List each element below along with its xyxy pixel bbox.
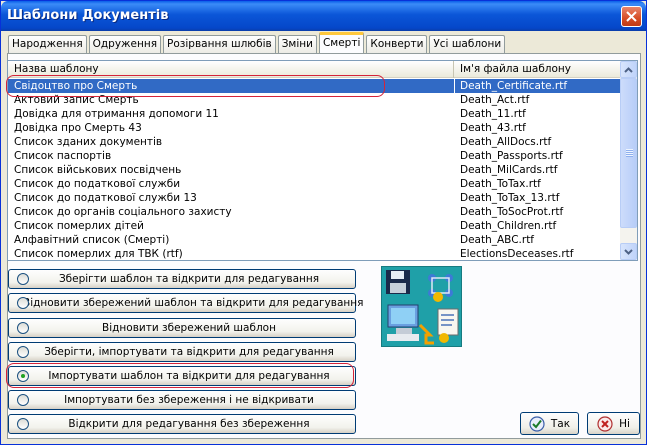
row-file: Death_ABC.rtf: [454, 233, 621, 247]
row-name: Список військових посвідчень: [14, 164, 182, 176]
radio-button[interactable]: [17, 297, 29, 309]
table-row[interactable]: Список до податкової служби 13 Death_ToTa…: [8, 191, 621, 205]
cancel-label: Ні: [619, 417, 630, 430]
option-import-and-edit[interactable]: Імпортувати шаблон та відкрити для редаг…: [8, 366, 356, 386]
row-name: Список померлих дітей: [14, 220, 144, 232]
close-button[interactable]: [621, 6, 642, 27]
window-title: Шаблони Документів: [7, 8, 169, 23]
row-name: Список померлих для ТВК (rtf): [14, 248, 183, 260]
option-save-and-edit[interactable]: Зберігти шаблон та відкрити для редагува…: [8, 269, 356, 289]
tab-marriages[interactable]: Одруження: [88, 35, 162, 53]
tab-all-templates[interactable]: Усі шаблони: [429, 35, 506, 53]
radio-button[interactable]: [17, 322, 29, 334]
row-file: Death_43.rtf: [454, 121, 621, 135]
template-operations-icon: [381, 266, 462, 347]
table-row[interactable]: Свідоцтво про Смерть Death_Certificate.rt…: [8, 79, 621, 93]
table-rows: Свідоцтво про Смерть Death_Certificate.rt…: [8, 79, 621, 260]
table-row[interactable]: Довідка для отримання допомоги 11 Death_1…: [8, 107, 621, 121]
row-file: Death_MilCards.rtf: [454, 163, 621, 177]
row-name: Довідка для отримання допомоги 11: [14, 108, 219, 120]
column-header-name[interactable]: Назва шаблону: [8, 61, 454, 78]
cancel-button[interactable]: Ні: [587, 412, 640, 435]
table-header: Назва шаблону Ім'я файла шаблону: [8, 61, 621, 78]
option-open-no-save[interactable]: Відкрити для редагування без збереження: [8, 414, 356, 434]
table-row[interactable]: Список зданих документів Death_AllDocs.rt…: [8, 135, 621, 149]
check-icon: [529, 415, 545, 432]
templates-table[interactable]: Назва шаблону Ім'я файла шаблону Свідоцт…: [7, 60, 638, 261]
table-row[interactable]: Список військових посвідчень Death_MilCar…: [8, 163, 621, 177]
chevron-up-icon: [624, 66, 633, 73]
option-label: Зберігти, імпортувати та відкрити для ре…: [44, 346, 334, 358]
radio-button[interactable]: [17, 273, 29, 285]
row-file: Death_11.rtf: [454, 107, 621, 121]
option-label: Відновити збережений шаблон та відкрити …: [23, 297, 364, 309]
row-file: Death_Act.rtf: [454, 93, 621, 107]
tab-strip: Народження Одруження Розірвання шлюбів З…: [8, 32, 507, 53]
row-name: Довідка про Смерть 43: [14, 122, 142, 134]
table-row[interactable]: Список померлих дітей Death_Children.rtf: [8, 219, 621, 233]
table-row[interactable]: Актовий запис Смерть Death_Act.rtf: [8, 93, 621, 107]
column-header-file[interactable]: Ім'я файла шаблону: [454, 61, 621, 78]
tab-divorces[interactable]: Розірвання шлюбів: [163, 35, 276, 53]
table-row[interactable]: Список до органів соціального захисту Dea…: [8, 205, 621, 219]
option-label: Імпортувати без збереження і не відкрива…: [64, 394, 314, 406]
row-name: Список до податкової служби 13: [14, 192, 197, 204]
option-label: Відновити збережений шаблон: [102, 322, 276, 334]
row-file: Death_Passports.rtf: [454, 149, 621, 163]
radio-button-checked[interactable]: [17, 370, 29, 382]
radio-button[interactable]: [17, 394, 29, 406]
tab-births[interactable]: Народження: [8, 35, 87, 53]
tab-changes[interactable]: Зміни: [277, 35, 317, 53]
option-label: Зберігти шаблон та відкрити для редагува…: [58, 273, 320, 285]
row-name: Список паспортів: [14, 150, 112, 162]
save-network-document-icon: [382, 267, 461, 346]
table-row[interactable]: Список паспортів Death_Passports.rtf: [8, 149, 621, 163]
option-save-import-edit[interactable]: Зберігти, імпортувати та відкрити для ре…: [8, 342, 356, 362]
option-label: Відкрити для редагування без збереження: [68, 418, 310, 430]
row-file: Death_ToTax_13.rtf: [454, 191, 621, 205]
radio-button[interactable]: [17, 346, 29, 358]
row-file: Death_ToTax.rtf: [454, 177, 621, 191]
row-name: Актовий запис Смерть: [14, 94, 139, 106]
chevron-down-icon: [624, 248, 633, 255]
row-file: Death_Children.rtf: [454, 219, 621, 233]
row-name: Алфавітний список (Смерті): [14, 234, 170, 246]
tab-envelopes[interactable]: Конверти: [366, 35, 428, 53]
row-file: Death_Certificate.rtf: [454, 79, 621, 93]
row-file: Death_ToSocProt.rtf: [454, 205, 621, 219]
grip-icon: [626, 149, 633, 157]
row-file: Death_AllDocs.rtf: [454, 135, 621, 149]
scroll-thumb[interactable]: [620, 78, 637, 228]
row-name: Список зданих документів: [14, 136, 163, 148]
ok-label: Так: [550, 417, 571, 430]
templates-dialog: Шаблони Документів Народження Одруження …: [0, 0, 647, 445]
scroll-up-button[interactable]: [620, 61, 637, 78]
row-file: ElectionsDeceases.rtf: [454, 247, 621, 260]
option-label: Імпортувати шаблон та відкрити для редаг…: [48, 370, 330, 382]
table-scrollbar[interactable]: [620, 61, 637, 260]
option-restore[interactable]: Відновити збережений шаблон: [8, 318, 356, 338]
radio-button[interactable]: [17, 418, 29, 430]
cancel-icon: [597, 415, 613, 432]
option-restore-and-edit[interactable]: Відновити збережений шаблон та відкрити …: [8, 293, 363, 313]
row-name: Список до податкової служби: [14, 178, 181, 190]
table-row[interactable]: Алфавітний список (Смерті) Death_ABC.rtf: [8, 233, 621, 247]
close-icon: [626, 11, 637, 22]
table-row[interactable]: Список до податкової служби Death_ToTax.r…: [8, 177, 621, 191]
row-name: Свідоцтво про Смерть: [14, 80, 138, 92]
option-import-no-save[interactable]: Імпортувати без збереження і не відкрива…: [8, 390, 356, 410]
tab-deaths[interactable]: Смерті: [318, 32, 365, 53]
scroll-down-button[interactable]: [620, 243, 637, 260]
title-bar[interactable]: Шаблони Документів: [1, 1, 646, 31]
table-row[interactable]: Довідка про Смерть 43 Death_43.rtf: [8, 121, 621, 135]
table-row[interactable]: Список померлих для ТВК (rtf) ElectionsDe…: [8, 247, 621, 260]
row-name: Список до органів соціального захисту: [14, 206, 232, 218]
ok-button[interactable]: Так: [520, 412, 579, 435]
